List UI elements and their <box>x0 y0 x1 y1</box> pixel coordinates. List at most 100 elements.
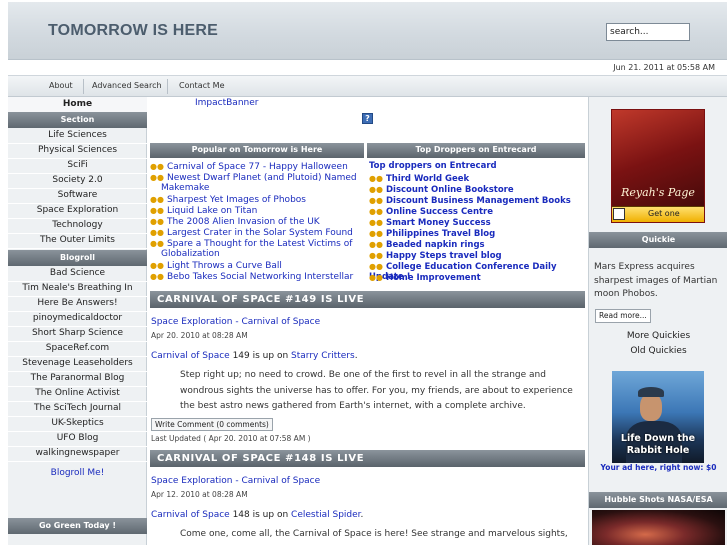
search-input[interactable] <box>606 23 690 41</box>
popular-item[interactable]: ●● Carnival of Space 77 - Happy Halloween <box>150 162 362 172</box>
popular-item[interactable]: ●● Sharpest Yet Images of Phobos <box>150 195 362 205</box>
person-face <box>640 393 662 421</box>
sidebar-item-outer-limits[interactable]: The Outer Limits <box>8 234 147 249</box>
bullet-arrow-icon: ●● <box>369 196 383 205</box>
sidebar-item-society[interactable]: Society 2.0 <box>8 174 147 189</box>
dropper-item[interactable]: ●● Home Improvement <box>369 273 585 283</box>
post-category-link[interactable]: Space Exploration - Carnival of Space <box>151 317 320 327</box>
ad-here-link[interactable]: Your ad here, right now: $0 <box>589 463 727 472</box>
dropper-item[interactable]: ●● Beaded napkin rings <box>369 240 585 250</box>
blogroll-item[interactable]: Tim Neale's Breathing In <box>8 282 147 297</box>
person-cap <box>638 387 664 397</box>
dropper-item[interactable]: ●● Philippines Travel Blog <box>369 229 585 239</box>
dropper-item[interactable]: ●● Smart Money Success <box>369 218 585 228</box>
dropper-item[interactable]: ●● Discount Online Bookstore <box>369 185 585 195</box>
blogroll-item[interactable]: SpaceRef.com <box>8 342 147 357</box>
hubble-image[interactable] <box>592 510 725 545</box>
bullet-arrow-icon: ●● <box>150 162 164 171</box>
bullet-arrow-icon: ●● <box>150 173 164 182</box>
bullet-arrow-icon: ●● <box>369 251 383 260</box>
section-header: Section <box>8 112 147 128</box>
blogroll-header: Blogroll <box>8 250 147 266</box>
nav-about[interactable]: About <box>49 81 73 90</box>
blogroll-item[interactable]: pinoymedicaldoctor <box>8 312 147 327</box>
bullet-arrow-icon: ●● <box>150 272 164 281</box>
popular-header: Popular on Tomorrow is Here <box>150 143 364 158</box>
popular-item[interactable]: ●● Liquid Lake on Titan <box>150 206 362 216</box>
popular-item[interactable]: ●● Light Throws a Curve Ball <box>150 261 362 271</box>
carnival-link[interactable]: Carnival of Space <box>151 351 230 361</box>
popular-item[interactable]: ●● Largest Crater in the Solar System Fou… <box>150 228 362 238</box>
reyah-title: Reyah's Page <box>621 186 695 199</box>
bullet-arrow-icon: ●● <box>150 261 164 270</box>
popular-item[interactable]: ●● Bebo Takes Social Networking Interstel… <box>150 272 362 282</box>
popular-item[interactable]: ●● The 2008 Alien Invasion of the UK <box>150 217 362 227</box>
dropper-item[interactable]: ●● Third World Geek <box>369 174 585 184</box>
blogroll-item[interactable]: Stevenage Leaseholders <box>8 357 147 372</box>
bullet-arrow-icon: ●● <box>369 185 383 194</box>
post-body: Step right up; no need to crowd. Be one … <box>180 370 573 411</box>
reyah-page-widget[interactable]: Reyah's Page Get one <box>611 109 705 223</box>
blogroll-item[interactable]: Short Sharp Science <box>8 327 147 342</box>
post-lead: Carnival of Space 148 is up on Celestial… <box>151 510 364 520</box>
old-quickies-link[interactable]: Old Quickies <box>589 346 727 356</box>
host-link[interactable]: Celestial Spider <box>291 510 361 520</box>
blogroll-me-link[interactable]: Blogroll Me! <box>8 468 147 478</box>
date-bar: Jun 21. 2011 at 05:58 AM <box>8 60 727 76</box>
bullet-arrow-icon: ●● <box>369 229 383 238</box>
entrecard-icon <box>613 208 625 220</box>
top-nav: About Advanced Search Contact Me <box>8 76 727 97</box>
popular-item[interactable]: ●● Newest Dwarf Planet (and Plutoid) Name… <box>150 173 362 193</box>
nav-separator <box>167 79 168 94</box>
sidebar-item-physical-sciences[interactable]: Physical Sciences <box>8 144 147 159</box>
host-link[interactable]: Starry Critters <box>291 351 355 361</box>
post-category-link[interactable]: Space Exploration - Carnival of Space <box>151 476 320 486</box>
carnival-link[interactable]: Carnival of Space <box>151 510 230 520</box>
blogroll-item[interactable]: Bad Science <box>8 267 147 282</box>
sidebar-item-software[interactable]: Software <box>8 189 147 204</box>
quickie-header: Quickie <box>589 232 727 248</box>
bullet-arrow-icon: ●● <box>150 195 164 204</box>
right-sidebar: Reyah's Page Get one Quickie Mars Expres… <box>588 97 727 545</box>
blogroll-item[interactable]: UK-Skeptics <box>8 417 147 432</box>
sidebar-item-life-sciences[interactable]: Life Sciences <box>8 129 147 144</box>
dropper-item[interactable]: ●● Discount Business Management Books <box>369 196 585 206</box>
bullet-arrow-icon: ●● <box>150 228 164 237</box>
blogroll-item[interactable]: walkingnewspaper <box>8 447 147 462</box>
bullet-arrow-icon: ●● <box>150 217 164 226</box>
sidebar-home[interactable]: Home <box>8 97 147 112</box>
popular-item[interactable]: ●● Spare a Thought for the Latest Victims… <box>150 239 362 259</box>
blogroll-item[interactable]: UFO Blog <box>8 432 147 447</box>
droppers-subtitle[interactable]: Top droppers on Entrecard <box>369 161 497 171</box>
site-header: TOMORROW IS HERE <box>8 2 727 60</box>
quickie-text: Mars Express acquires sharpest images of… <box>594 262 718 299</box>
impact-banner-link[interactable]: ImpactBanner <box>195 98 258 108</box>
nav-contact-me[interactable]: Contact Me <box>179 81 225 90</box>
more-quickies-link[interactable]: More Quickies <box>589 331 727 341</box>
post-title[interactable]: CARNIVAL OF SPACE #148 IS LIVE <box>150 450 585 467</box>
hubble-header: Hubble Shots NASA/ESA <box>589 492 727 508</box>
rabbit-hole-banner[interactable]: Life Down the Rabbit Hole <box>612 371 704 463</box>
help-icon[interactable]: ? <box>362 113 373 124</box>
blogroll-item[interactable]: The Online Activist <box>8 387 147 402</box>
blogroll-item[interactable]: Here Be Answers! <box>8 297 147 312</box>
nav-separator <box>83 79 84 94</box>
post-title[interactable]: CARNIVAL OF SPACE #149 IS LIVE <box>150 291 585 308</box>
post-last-updated: Last Updated ( Apr 20. 2010 at 07:58 AM … <box>151 434 311 443</box>
site-title[interactable]: TOMORROW IS HERE <box>48 22 218 40</box>
current-datetime: Jun 21. 2011 at 05:58 AM <box>613 63 715 72</box>
blogroll-item[interactable]: The Paranormal Blog <box>8 372 147 387</box>
post-body: Come one, come all, the Carnival of Spac… <box>180 529 568 545</box>
bullet-arrow-icon: ●● <box>150 239 164 248</box>
nav-advanced-search[interactable]: Advanced Search <box>92 81 162 90</box>
sidebar-item-technology[interactable]: Technology <box>8 219 147 234</box>
write-comment-button[interactable]: Write Comment (0 comments) <box>151 418 273 431</box>
main-content: ImpactBanner ? Popular on Tomorrow is He… <box>148 97 587 545</box>
sidebar-item-scifi[interactable]: SciFi <box>8 159 147 174</box>
dropper-item[interactable]: ●● Online Success Centre <box>369 207 585 217</box>
get-one-button[interactable]: Get one <box>612 206 704 222</box>
blogroll-item[interactable]: The SciTech Journal <box>8 402 147 417</box>
dropper-item[interactable]: ●● Happy Steps travel blog <box>369 251 585 261</box>
sidebar-item-space-exploration[interactable]: Space Exploration <box>8 204 147 219</box>
read-more-button[interactable]: Read more... <box>595 309 651 323</box>
